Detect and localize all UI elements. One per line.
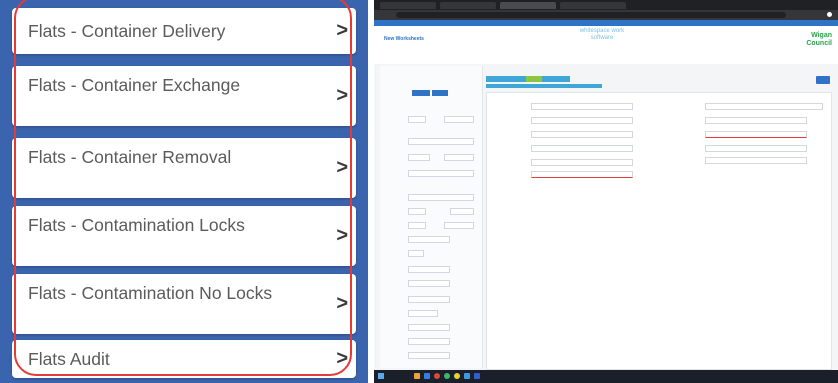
form-field[interactable] (408, 154, 430, 161)
browser-tab-strip (374, 0, 838, 10)
menu-item-label: Flats Audit (28, 349, 110, 369)
url-field[interactable] (396, 12, 786, 18)
form-field[interactable] (531, 145, 633, 152)
form-field[interactable] (450, 208, 474, 215)
mobile-menu-panel: Flats - Container Delivery > Flats - Con… (0, 0, 368, 383)
required-field[interactable] (531, 171, 633, 178)
menu-item-container-exchange[interactable]: Flats - Container Exchange > (12, 66, 356, 126)
browser-address-bar (374, 10, 838, 20)
form-field[interactable] (408, 170, 474, 177)
property-sidebar (380, 66, 483, 368)
form-field[interactable] (408, 250, 424, 257)
browser-tab[interactable] (440, 2, 496, 9)
form-field[interactable] (408, 280, 450, 287)
desktop-screenshot: New Worksheets whitespace work software … (374, 0, 838, 383)
form-field[interactable] (408, 352, 450, 359)
menu-item-label: Flats - Contamination No Locks (28, 283, 273, 303)
menu-item-label: Flats - Container Exchange (28, 75, 241, 95)
chevron-right-icon: > (336, 156, 348, 179)
menu-item-container-removal[interactable]: Flats - Container Removal > (12, 138, 356, 198)
form-field[interactable] (408, 296, 450, 303)
search-button[interactable] (412, 90, 430, 96)
form-field[interactable] (408, 266, 450, 273)
browser-tab[interactable] (560, 2, 626, 9)
chevron-right-icon: > (336, 224, 348, 247)
required-field[interactable] (705, 131, 807, 138)
form-field[interactable] (705, 145, 807, 152)
sub-tab-strip[interactable] (486, 84, 602, 88)
form-field[interactable] (444, 222, 474, 229)
toolbar-buttons[interactable] (816, 76, 830, 84)
form-field[interactable] (705, 117, 807, 124)
form-field[interactable] (531, 117, 633, 124)
browser-tab-active[interactable] (500, 2, 556, 9)
browser-tab[interactable] (380, 2, 436, 9)
app-header: New Worksheets whitespace work software … (374, 26, 838, 64)
worksheet-form (486, 92, 832, 370)
profile-icon[interactable] (827, 12, 832, 17)
menu-item-label: Flats - Container Removal (28, 147, 232, 167)
form-field[interactable] (408, 116, 426, 123)
form-field[interactable] (408, 194, 474, 201)
chevron-right-icon: > (336, 292, 348, 315)
app-icon[interactable] (464, 373, 470, 379)
menu-item-contamination-locks[interactable]: Flats - Contamination Locks > (12, 206, 356, 266)
app-icon[interactable] (424, 373, 430, 379)
menu-item-container-delivery[interactable]: Flats - Container Delivery > (12, 8, 356, 54)
app-icon[interactable] (474, 373, 480, 379)
app-icon[interactable] (434, 373, 440, 379)
start-icon[interactable] (378, 373, 384, 379)
whitespace-logo: whitespace work software (579, 28, 625, 41)
page-title: New Worksheets (384, 36, 424, 42)
form-field[interactable] (444, 154, 474, 161)
tab[interactable] (542, 76, 570, 82)
form-field[interactable] (408, 138, 474, 145)
form-field[interactable] (531, 131, 633, 138)
windows-taskbar (374, 370, 838, 383)
chevron-right-icon: > (336, 84, 348, 107)
form-field[interactable] (705, 157, 807, 164)
chevron-right-icon: > (336, 19, 348, 42)
menu-item-label: Flats - Contamination Locks (28, 215, 245, 235)
tab[interactable] (508, 76, 528, 82)
form-field[interactable] (531, 159, 633, 166)
tab[interactable] (486, 76, 508, 82)
menu-item-flats-audit[interactable]: Flats Audit > (12, 340, 356, 378)
form-field[interactable] (705, 103, 823, 110)
form-field[interactable] (408, 310, 438, 317)
form-field[interactable] (444, 116, 474, 123)
menu-item-label: Flats - Container Delivery (28, 21, 226, 41)
form-field[interactable] (408, 324, 450, 331)
app-icon[interactable] (454, 373, 460, 379)
chevron-right-icon: > (336, 347, 348, 370)
form-field[interactable] (408, 222, 426, 229)
form-field[interactable] (408, 338, 450, 345)
form-field[interactable] (408, 236, 450, 243)
council-logo: Wigan Council (806, 32, 832, 47)
form-field[interactable] (408, 208, 426, 215)
app-icon[interactable] (414, 373, 420, 379)
app-icon[interactable] (444, 373, 450, 379)
menu-item-contamination-no-locks[interactable]: Flats - Contamination No Locks > (12, 274, 356, 334)
form-field[interactable] (531, 103, 633, 110)
clear-button[interactable] (432, 90, 448, 96)
